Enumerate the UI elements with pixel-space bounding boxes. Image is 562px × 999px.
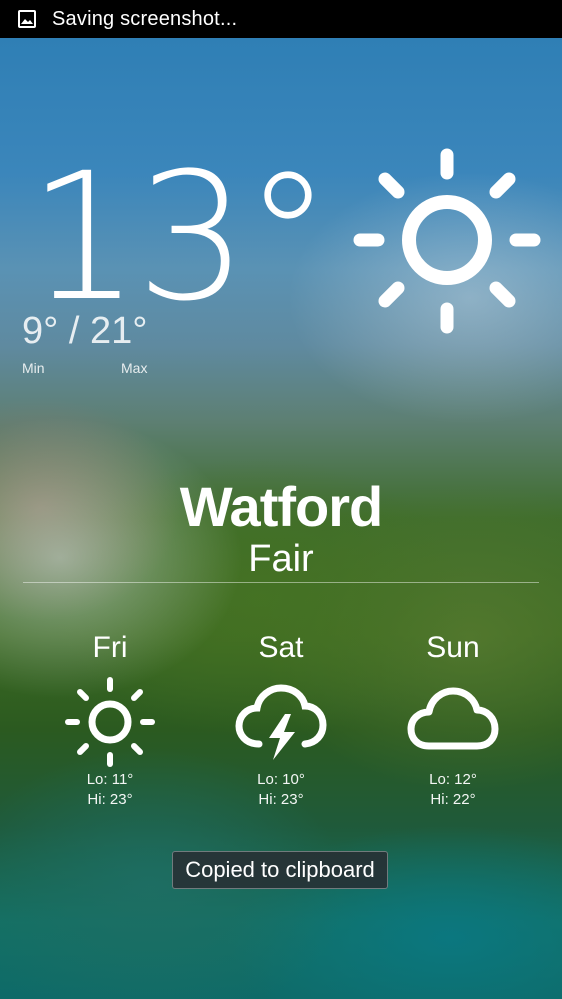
current-temperature: 13° [28,135,332,340]
forecast-day-name: Sat [258,631,304,664]
forecast-low: Lo: 12° [429,771,477,788]
min-label: Min [22,360,45,376]
divider [23,582,539,583]
forecast-day: Fri Lo: 11° Hi: 23° [45,628,175,810]
max-label: Max [121,360,148,376]
forecast-day: Sat Lo: 10° Hi: 23° [216,628,346,810]
min-max-temperature: 9° / 21° [22,310,148,352]
forecast-day-name: Sun [426,631,480,664]
weather-condition: Fair [248,538,314,580]
forecast-high: Hi: 22° [430,791,476,808]
forecast-low: Lo: 11° [86,771,134,788]
image-icon [18,10,36,28]
status-bar: Saving screenshot... [0,0,562,38]
forecast-high: Hi: 23° [87,791,133,808]
status-notification-text: Saving screenshot... [52,7,238,30]
forecast-low: Lo: 10° [257,771,305,788]
forecast-day: Sun Lo: 12° Hi: 22° [388,628,518,810]
forecast-high: Hi: 23° [258,791,304,808]
toast-message: Copied to clipboard [172,851,388,889]
sun-icon [350,145,544,344]
thunderstorm-icon [216,674,346,770]
forecast-day-name: Fri [92,631,128,664]
city-name: Watford [179,475,383,538]
cloud-icon [388,674,518,770]
sun-icon [45,674,175,770]
